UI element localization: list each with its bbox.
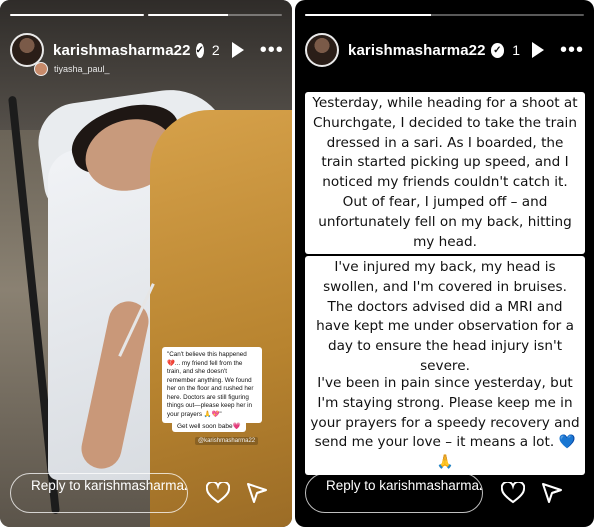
tagged-username: tiyasha_paul_ [54,64,110,74]
progress-segment [148,14,282,16]
play-icon[interactable] [231,42,244,58]
username[interactable]: karishmasharma22 [53,42,191,59]
reply-input[interactable]: Reply to karishmasharma22... [305,473,483,513]
get-well-sticker: Get well soon babe💗 [172,420,246,432]
verified-icon: ✓ [490,42,505,58]
progress-segment [305,14,584,16]
send-icon[interactable] [246,482,268,504]
verified-icon: ✓ [195,42,204,58]
story-right[interactable]: karishmasharma22 ✓ 1 ••• Yesterday, whil… [295,0,594,527]
avatar[interactable] [305,33,339,67]
more-icon[interactable]: ••• [560,40,584,60]
progress-bar [10,14,282,16]
story-count: 2 [211,42,220,58]
more-icon[interactable]: ••• [260,40,284,60]
heart-icon[interactable] [501,482,525,504]
story-text-paragraph: Yesterday, while heading for a shoot at … [305,92,585,255]
send-icon[interactable] [541,482,563,504]
progress-segment [10,14,144,16]
heart-icon[interactable] [206,482,230,504]
story-footer: Reply to karishmasharma22... [10,473,282,513]
story-photo [0,0,292,527]
story-text-paragraph: I've been in pain since yesterday, but I… [305,372,585,475]
reply-input[interactable]: Reply to karishmasharma22... [10,473,188,513]
story-text-paragraph: I've injured my back, my head is swollen… [305,256,585,379]
play-icon[interactable] [531,42,544,58]
story-footer: Reply to karishmasharma22... [305,473,584,513]
tagged-user-row[interactable]: tiyasha_paul_ [34,62,110,76]
tagged-avatar [34,62,48,76]
username[interactable]: karishmasharma22 [348,42,486,59]
story-note-text: "Can't believe this happened 💔... my fri… [162,347,262,423]
progress-bar [305,14,584,16]
story-count: 1 [512,42,520,58]
story-left[interactable]: karishmasharma22 ✓ 2 ••• tiyasha_paul_ "… [0,0,292,527]
story-header: karishmasharma22 ✓ 1 ••• [305,30,584,70]
mention-sticker[interactable]: @karishmasharma22 [195,437,259,445]
